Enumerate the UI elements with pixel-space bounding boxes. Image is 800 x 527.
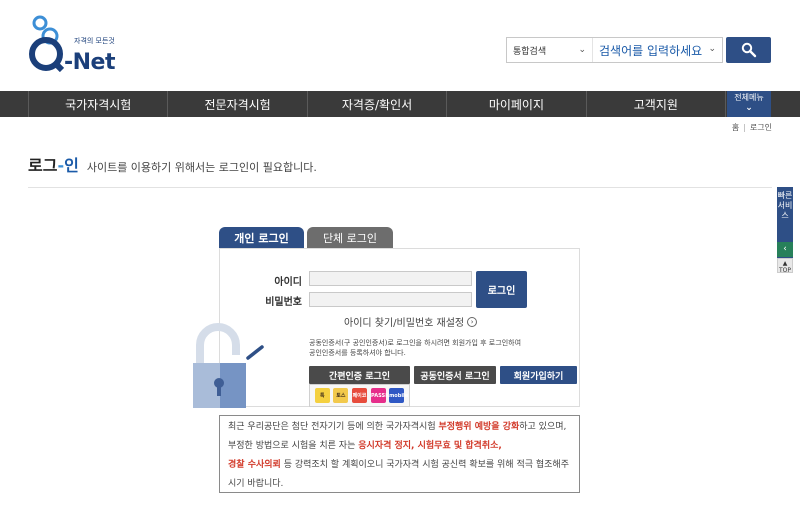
password-label: 비밀번호 — [265, 297, 302, 308]
lock-illustration-icon — [193, 323, 264, 408]
certificate-note-line2: 공인인증서를 등록하셔야 합니다. — [309, 349, 406, 357]
breadcrumb-home[interactable]: 홈 — [732, 122, 739, 133]
nav-item-support[interactable]: 고객지원 — [585, 91, 727, 117]
id-input[interactable] — [309, 271, 472, 286]
chevron-left-icon[interactable]: ‹ — [777, 242, 793, 257]
nav-item-certificate[interactable]: 자격증/확인서 — [306, 91, 446, 117]
search-placeholder: 검색어를 입력하세요 — [599, 43, 703, 58]
qnet-logo[interactable]: 자격의 모든것 -Net — [28, 14, 118, 75]
chevron-down-icon: ⌄ — [745, 103, 753, 113]
page-title-part1: 로그 — [28, 156, 58, 175]
title-divider — [28, 187, 772, 188]
top-label: TOP — [778, 267, 791, 274]
kmobile-provider-icon[interactable]: Kmobile — [385, 388, 408, 403]
page-title-dash: - — [57, 156, 65, 175]
logo-wordmark: -Net — [64, 50, 115, 75]
find-account-label: 아이디 찾기/비밀번호 재설정 — [344, 318, 465, 329]
certificate-note: 공동인증서(구 공인인증서)로 로그인을 하시려면 회원가입 후 로그인하여 공… — [309, 338, 579, 358]
tab-personal-login[interactable]: 개인 로그인 — [219, 227, 304, 249]
search-category-select[interactable]: 통합검색 ⌄ — [507, 38, 593, 62]
pass-provider-icon[interactable]: PASS — [370, 388, 386, 403]
simple-auth-login-button[interactable]: 간편인증 로그인 — [309, 366, 410, 384]
cheating-notice: 최근 우리공단은 첨단 전자기기 등에 의한 국가자격시험 부정행위 예방을 강… — [219, 415, 580, 493]
toss-provider-icon[interactable]: 토스 — [333, 388, 349, 403]
notice-highlight-1: 부정행위 예방을 강화 — [438, 422, 520, 432]
simple-auth-providers: 톡 토스 페이코 PASS Kmobile — [309, 384, 410, 407]
find-account-link[interactable]: 아이디 찾기/비밀번호 재설정 › — [344, 314, 478, 329]
search-icon — [741, 42, 756, 58]
search-button[interactable] — [726, 37, 771, 63]
password-input[interactable] — [309, 292, 472, 307]
logo-tagline: 자격의 모든것 — [74, 37, 115, 45]
search-category-label: 통합검색 — [513, 46, 547, 57]
certificate-login-button[interactable]: 공동인증서 로그인 — [414, 366, 496, 384]
notice-highlight-3: 경찰 수사의뢰 — [228, 460, 281, 470]
all-menu-button[interactable]: 전체메뉴 ⌄ — [727, 91, 771, 117]
search-bar: 통합검색 ⌄ 검색어를 입력하세요 ⌄ — [506, 37, 723, 63]
scroll-top-button[interactable]: ▲ TOP — [777, 258, 793, 274]
nav-item-professional-exam[interactable]: 전문자격시험 — [167, 91, 306, 117]
chevron-right-circle-icon: › — [467, 316, 478, 327]
notice-highlight-2: 응시자격 정지, 시험무효 및 합격취소, — [358, 441, 502, 451]
payco-provider-icon[interactable]: 페이코 — [351, 388, 367, 403]
caret-up-icon: ▲ — [782, 260, 788, 267]
search-input[interactable]: 검색어를 입력하세요 ⌄ — [593, 38, 722, 62]
breadcrumb-separator: | — [743, 123, 746, 132]
breadcrumb-current: 로그인 — [749, 123, 772, 132]
id-label: 아이디 — [274, 277, 302, 288]
nav-item-mypage[interactable]: 마이페이지 — [446, 91, 585, 117]
login-button[interactable]: 로그인 — [476, 271, 527, 308]
all-menu-label: 전체메뉴 — [734, 93, 764, 102]
breadcrumb: 홈 | 로그인 — [732, 122, 772, 133]
page-title: 로그 - 인 사이트를 이용하기 위해서는 로그인이 필요합니다. — [28, 152, 317, 176]
certificate-note-line1: 공동인증서(구 공인인증서)로 로그인을 하시려면 회원가입 후 로그인하여 — [309, 339, 522, 347]
kakao-provider-icon[interactable]: 톡 — [314, 388, 330, 403]
signup-button[interactable]: 회원가입하기 — [500, 366, 577, 384]
chevron-down-icon: ⌄ — [708, 44, 716, 54]
page-description: 사이트를 이용하기 위해서는 로그인이 필요합니다. — [86, 161, 317, 174]
main-nav: 국가자격시험 전문자격시험 자격증/확인서 마이페이지 고객지원 전체메뉴 ⌄ — [0, 91, 800, 117]
nav-item-national-exam[interactable]: 국가자격시험 — [28, 91, 167, 117]
page-title-part2: 인 — [64, 156, 79, 175]
notice-text-1: 최근 우리공단은 첨단 전자기기 등에 의한 국가자격시험 — [228, 422, 439, 432]
chevron-down-icon: ⌄ — [578, 45, 586, 55]
tab-group-login[interactable]: 단체 로그인 — [307, 227, 393, 249]
